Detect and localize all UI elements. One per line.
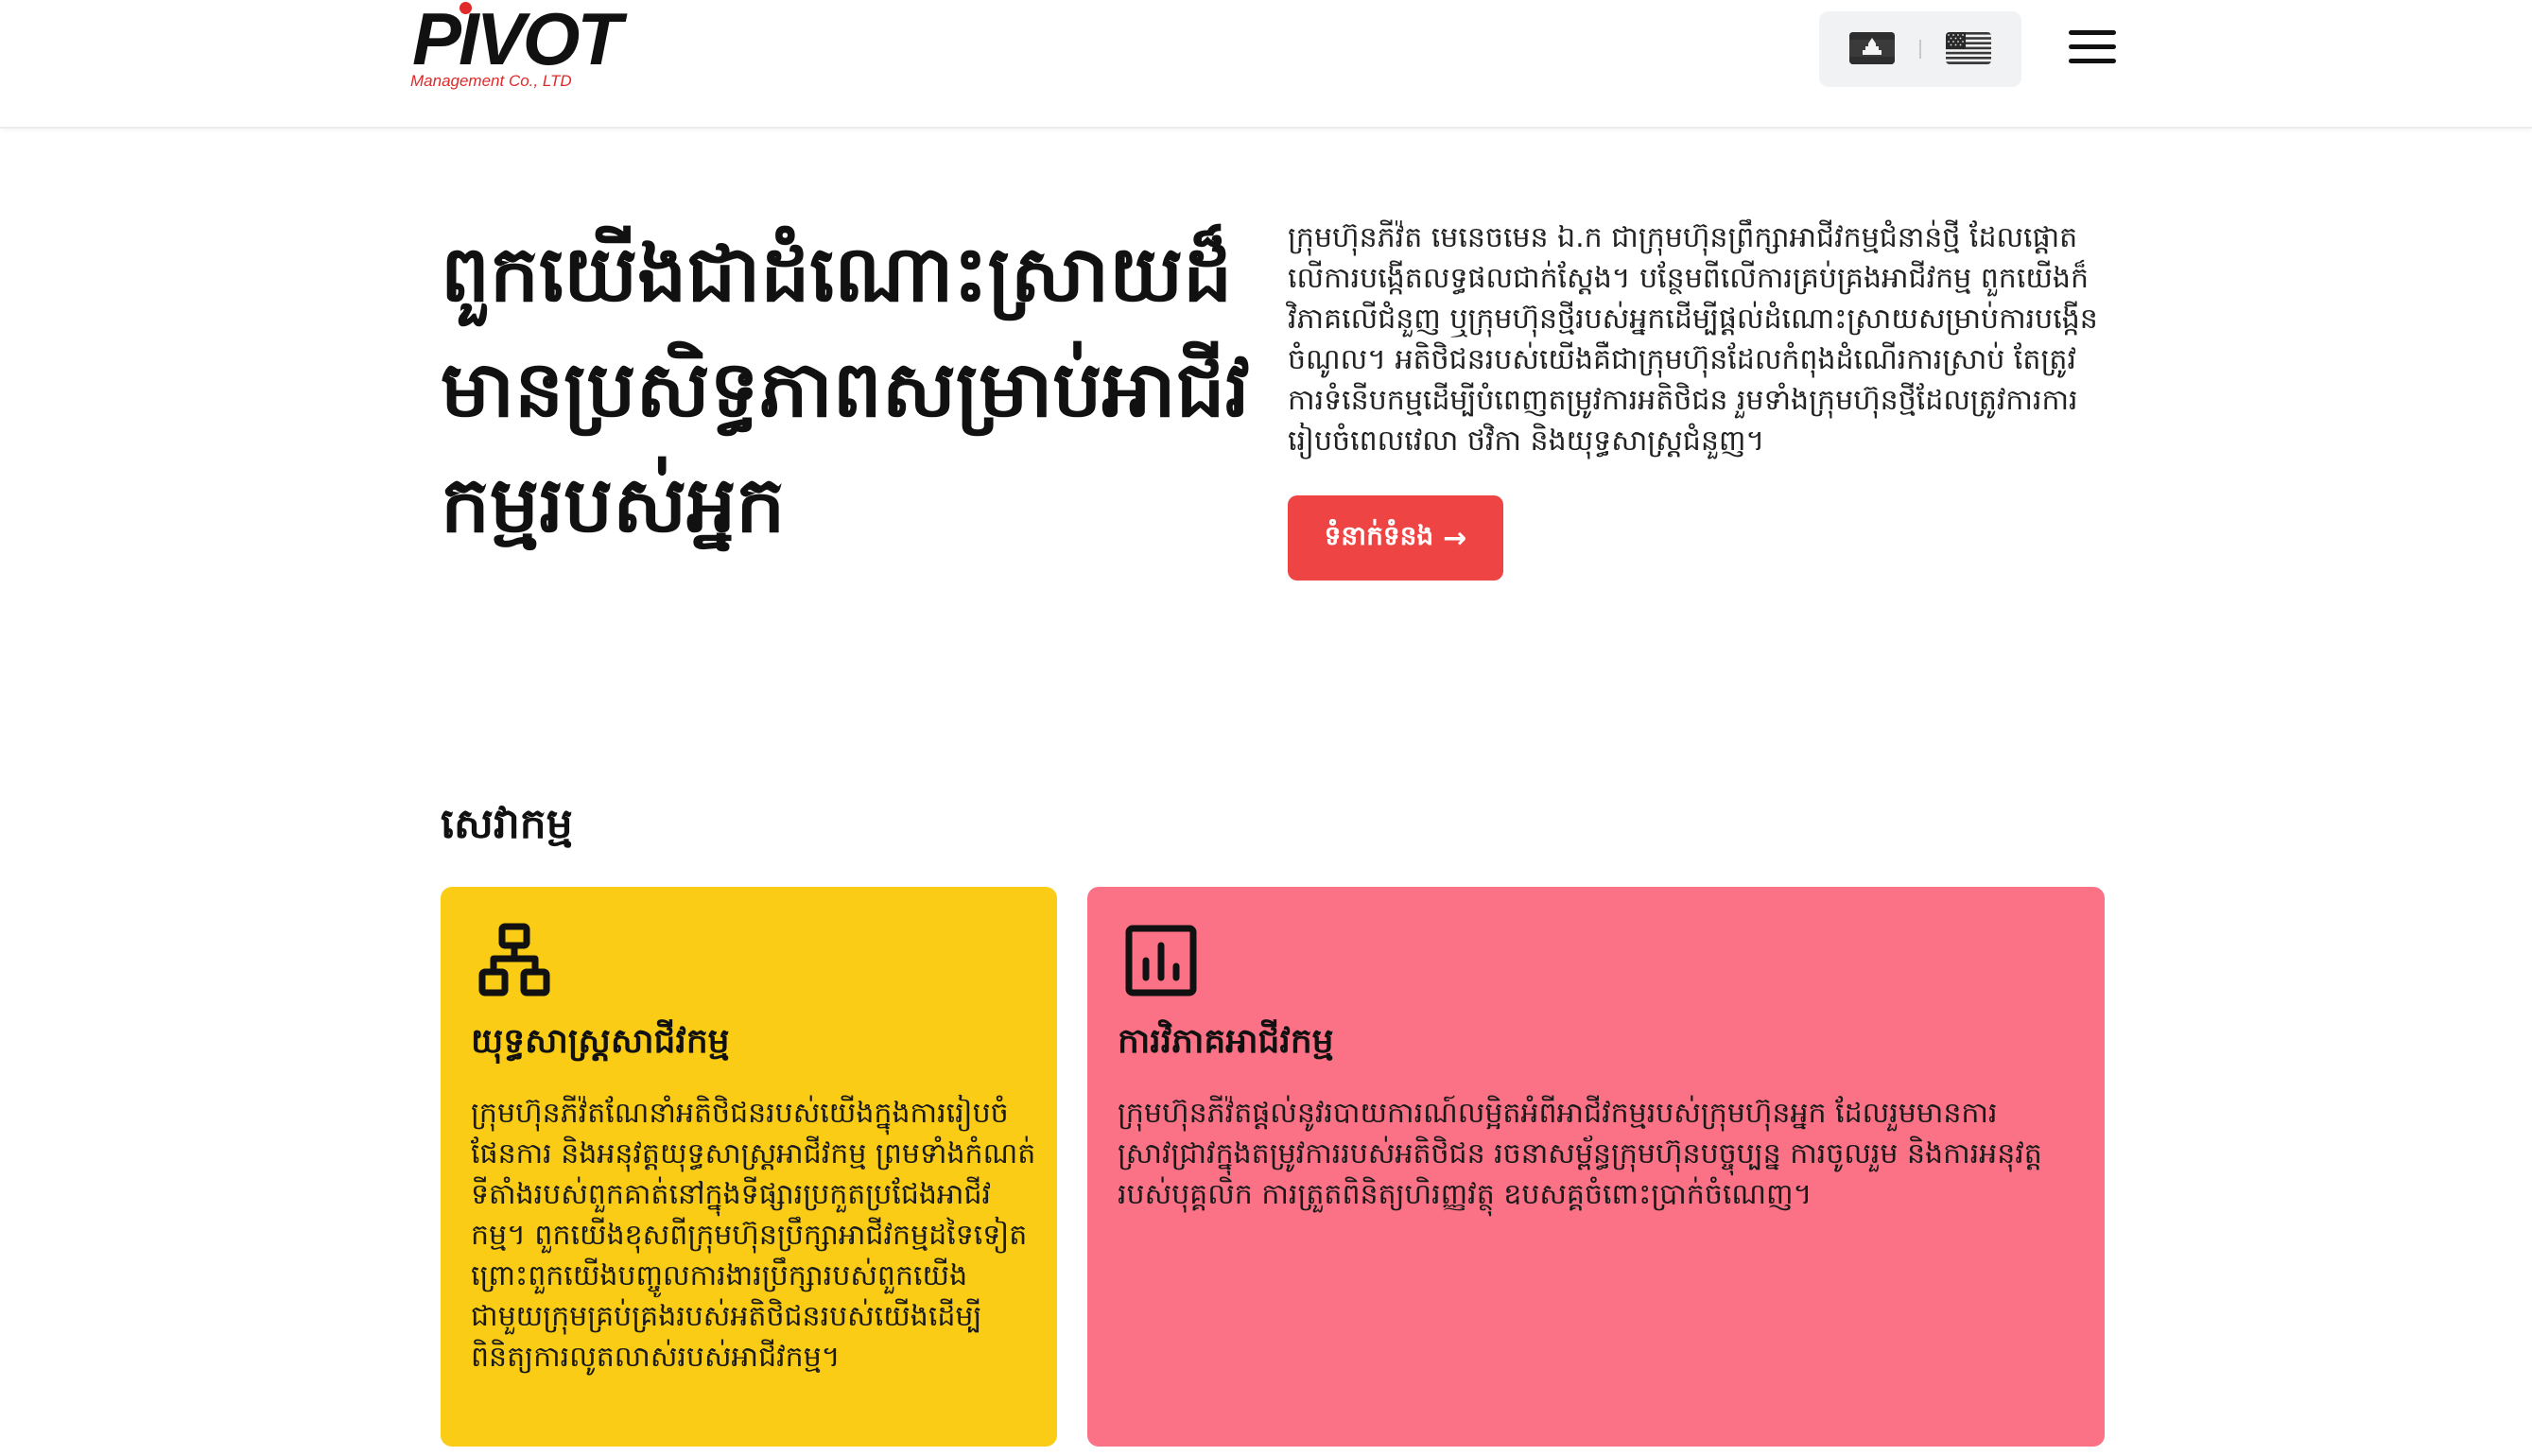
brand-name: PIVOT bbox=[412, 0, 622, 80]
arrow-right-icon: → bbox=[1443, 521, 1467, 555]
service-card-business-analysis[interactable]: ការវិភាគអាជីវកម្ម ក្រុមហ៊ុនភីវ៉តផ្តល់នូវ… bbox=[1087, 887, 2105, 1447]
hierarchy-icon bbox=[477, 923, 552, 998]
us-flag-icon[interactable] bbox=[1946, 32, 1991, 64]
bar-chart-icon bbox=[1123, 923, 1199, 998]
service-card-corporate-strategy[interactable]: យុទ្ធសាស្រ្តសាជីវកម្ម ក្រុមហ៊ុនភីវ៉តណែនា… bbox=[441, 887, 1057, 1447]
service-card-title: យុទ្ធសាស្រ្តសាជីវកម្ម bbox=[471, 1022, 730, 1061]
service-card-text: ក្រុមហ៊ុនភីវ៉តណែនាំអតិថិជនរបស់យើងក្នុងកា… bbox=[471, 1097, 1036, 1374]
page: PIVOT Management Co., LTD ពួកយើងជាដំណោះស… bbox=[0, 0, 2532, 1456]
contact-button[interactable]: ទំនាក់ទំនង → bbox=[1288, 495, 1503, 581]
brand-logo[interactable]: PIVOT Management Co., LTD bbox=[410, 0, 622, 93]
services-heading: សេវាកម្ម bbox=[441, 800, 573, 848]
brand-subtitle: Management Co., LTD bbox=[410, 72, 572, 90]
hero-description: ក្រុមហ៊ុនភីវ៉ត មេនេចមេន ឯ.ក ជាក្រុមហ៊ុនព… bbox=[1288, 221, 2098, 458]
logo-accent-dot bbox=[460, 2, 472, 14]
service-card-title: ការវិភាគអាជីវកម្ម bbox=[1118, 1022, 1334, 1061]
hero-title: ពួកយើងជាដំណោះស្រាយដ៏មានប្រសិទ្ធភាពសម្រាប… bbox=[441, 230, 1250, 550]
site-header: PIVOT Management Co., LTD bbox=[0, 0, 2532, 129]
cambodia-flag-icon[interactable] bbox=[1849, 32, 1895, 64]
service-card-text: ក្រុមហ៊ុនភីវ៉តផ្តល់នូវរបាយការណ៍លម្អិតអំព… bbox=[1118, 1097, 2042, 1211]
hamburger-menu-icon[interactable] bbox=[2069, 28, 2116, 66]
language-switcher bbox=[1819, 11, 2021, 87]
contact-button-label: ទំនាក់ទំនង bbox=[1324, 519, 1434, 551]
language-divider bbox=[1919, 40, 1921, 59]
